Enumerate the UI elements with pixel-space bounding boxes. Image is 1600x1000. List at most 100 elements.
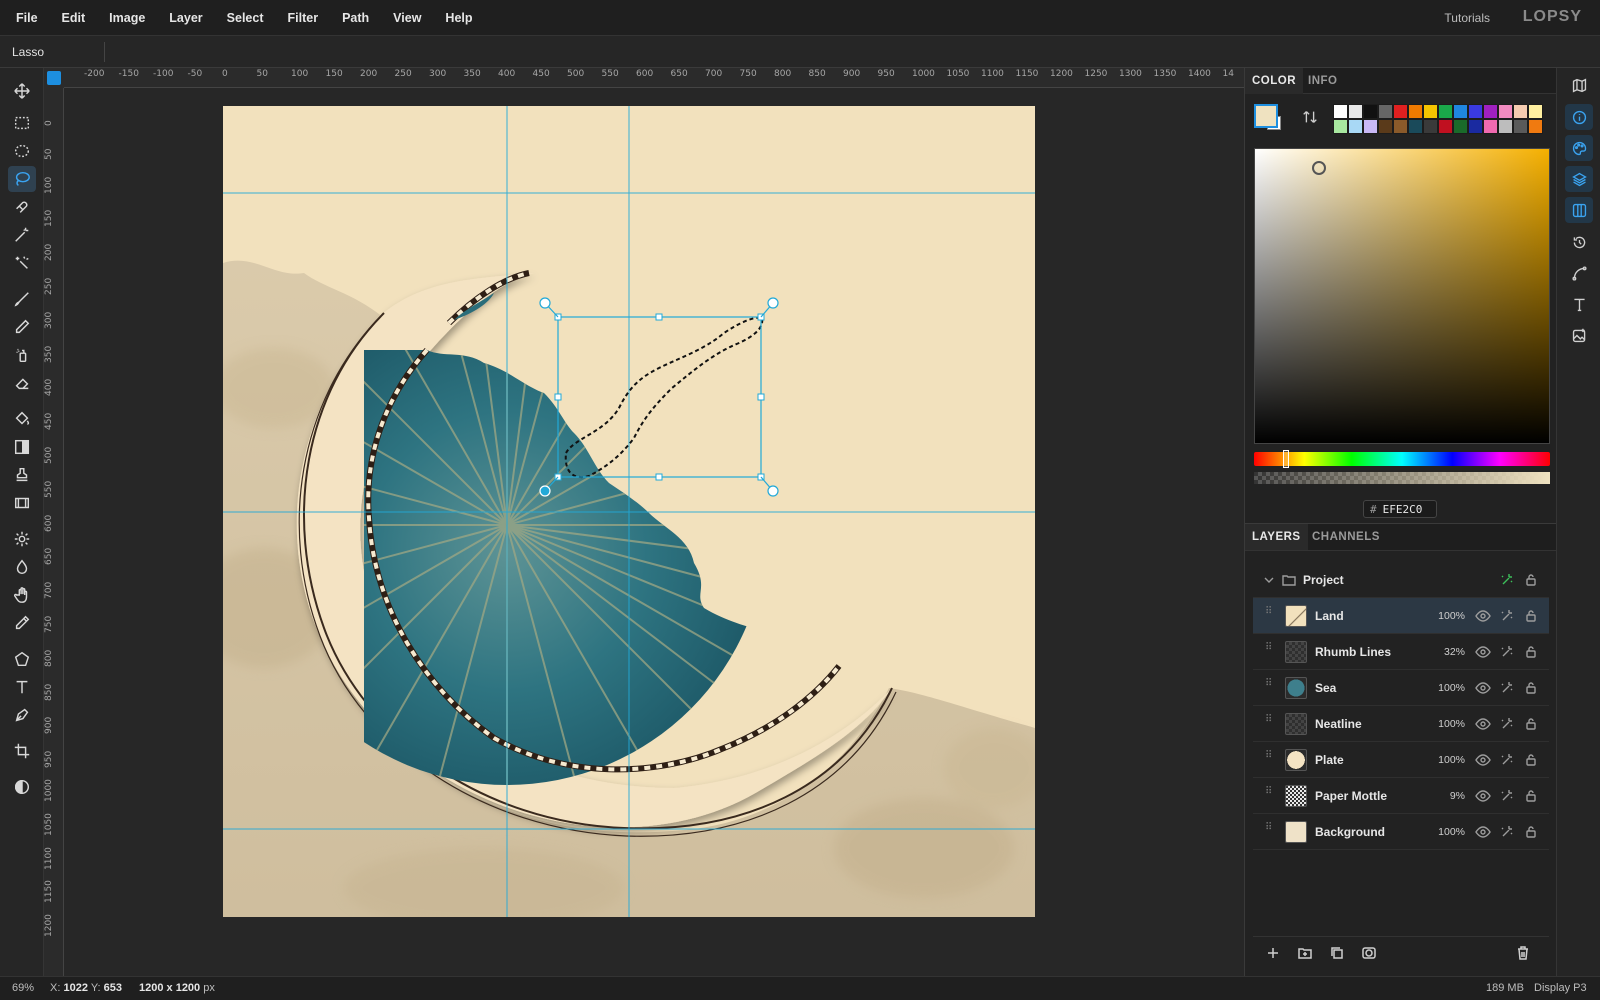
eraser-tool[interactable] xyxy=(8,370,36,396)
effects-icon[interactable] xyxy=(1499,572,1515,588)
menu-file[interactable]: File xyxy=(4,11,50,25)
ruler-corner[interactable] xyxy=(44,68,64,88)
magnetic-lasso-tool[interactable] xyxy=(8,194,36,220)
paint-bucket-tool[interactable] xyxy=(8,406,36,432)
tab-channels[interactable]: CHANNELS xyxy=(1305,524,1387,550)
menu-layer[interactable]: Layer xyxy=(157,11,214,25)
vertical-ruler[interactable]: 0 50 100 150 200 250 300 350 400 450 500 550 600 650 7… xyxy=(44,88,64,976)
eye-icon[interactable] xyxy=(1475,644,1491,660)
drag-handle-icon[interactable]: ⠿ xyxy=(1265,823,1273,839)
palette-swatch[interactable] xyxy=(1333,104,1348,119)
lasso-tool[interactable] xyxy=(8,166,36,192)
menu-edit[interactable]: Edit xyxy=(50,11,98,25)
layer-row[interactable]: ⠿ Neatline 100% xyxy=(1253,706,1549,742)
tab-info[interactable]: INFO xyxy=(1301,68,1344,94)
effects-icon[interactable] xyxy=(1499,824,1515,840)
layer-opacity[interactable]: 100% xyxy=(1423,718,1465,730)
menu-filter[interactable]: Filter xyxy=(276,11,331,25)
alpha-slider[interactable] xyxy=(1254,472,1550,484)
clone-stamp-tool[interactable] xyxy=(8,462,36,488)
palette-swatch[interactable] xyxy=(1468,104,1483,119)
eye-icon[interactable] xyxy=(1475,680,1491,696)
magic-wand-tool[interactable] xyxy=(8,222,36,248)
zoom-level[interactable]: 69% xyxy=(12,982,34,994)
effects-icon[interactable] xyxy=(1499,608,1515,624)
ellipse-marquee-tool[interactable] xyxy=(8,138,36,164)
palette-swatch[interactable] xyxy=(1378,104,1393,119)
drag-handle-icon[interactable]: ⠿ xyxy=(1265,643,1273,659)
chevron-down-icon[interactable] xyxy=(1261,572,1277,588)
hand-tool[interactable] xyxy=(8,582,36,608)
lock-icon[interactable] xyxy=(1523,572,1539,588)
palette-swatch[interactable] xyxy=(1363,119,1378,134)
hue-slider[interactable] xyxy=(1254,452,1550,466)
effects-icon[interactable] xyxy=(1499,680,1515,696)
shape-tool[interactable] xyxy=(8,646,36,672)
quick-select-tool[interactable] xyxy=(8,250,36,276)
lock-icon[interactable] xyxy=(1523,608,1539,624)
pencil-tool[interactable] xyxy=(8,314,36,340)
lock-icon[interactable] xyxy=(1523,644,1539,660)
brush-tool[interactable] xyxy=(8,286,36,312)
navigator-panel-button[interactable] xyxy=(1565,72,1593,98)
palette-swatch[interactable] xyxy=(1423,119,1438,134)
add-layer-button[interactable] xyxy=(1265,945,1283,963)
palette-swatch[interactable] xyxy=(1528,104,1543,119)
palette-swatch[interactable] xyxy=(1348,104,1363,119)
type-tool[interactable] xyxy=(8,674,36,700)
eye-icon[interactable] xyxy=(1475,752,1491,768)
spray-tool[interactable] xyxy=(8,342,36,368)
drag-handle-icon[interactable]: ⠿ xyxy=(1265,751,1273,767)
color-profile[interactable]: Display P3 xyxy=(1534,982,1587,994)
palette-swatch[interactable] xyxy=(1438,104,1453,119)
image-panel-button[interactable] xyxy=(1565,322,1593,348)
rect-marquee-tool[interactable] xyxy=(8,110,36,136)
add-group-button[interactable] xyxy=(1297,945,1315,963)
drag-handle-icon[interactable]: ⠿ xyxy=(1265,787,1273,803)
lock-icon[interactable] xyxy=(1523,788,1539,804)
palette-swatch[interactable] xyxy=(1408,104,1423,119)
move-tool[interactable] xyxy=(8,78,36,104)
layer-row[interactable]: ⠿ Paper Mottle 9% xyxy=(1253,778,1549,814)
menu-path[interactable]: Path xyxy=(330,11,381,25)
horizontal-ruler[interactable]: -200 -150 -100 -50 0 50 100 150 200 250 300 350 400 4… xyxy=(64,68,1244,88)
lock-icon[interactable] xyxy=(1523,716,1539,732)
channels-panel-button[interactable] xyxy=(1565,197,1593,223)
blur-tool[interactable] xyxy=(8,554,36,580)
palette-swatch[interactable] xyxy=(1513,104,1528,119)
palette-swatch[interactable] xyxy=(1363,104,1378,119)
layer-opacity[interactable]: 100% xyxy=(1423,682,1465,694)
eyedropper-tool[interactable] xyxy=(8,610,36,636)
info-panel-button[interactable] xyxy=(1565,104,1593,130)
duplicate-layer-button[interactable] xyxy=(1329,945,1347,963)
palette-swatch[interactable] xyxy=(1498,104,1513,119)
layer-row[interactable]: ⠿ Rhumb Lines 32% xyxy=(1253,634,1549,670)
tab-layers[interactable]: LAYERS xyxy=(1245,524,1308,550)
palette-swatch[interactable] xyxy=(1333,119,1348,134)
palette-swatch[interactable] xyxy=(1483,119,1498,134)
drag-handle-icon[interactable]: ⠿ xyxy=(1265,679,1273,695)
eye-icon[interactable] xyxy=(1475,716,1491,732)
menu-help[interactable]: Help xyxy=(433,11,484,25)
delete-layer-button[interactable] xyxy=(1515,945,1533,963)
effects-icon[interactable] xyxy=(1499,788,1515,804)
pattern-tool[interactable] xyxy=(8,490,36,516)
palette-swatch[interactable] xyxy=(1483,104,1498,119)
color-mode-toggle[interactable] xyxy=(8,774,36,800)
layer-opacity[interactable]: 100% xyxy=(1423,826,1465,838)
menu-select[interactable]: Select xyxy=(215,11,276,25)
palette-swatch[interactable] xyxy=(1528,119,1543,134)
palette-swatch[interactable] xyxy=(1393,119,1408,134)
tutorials-link[interactable]: Tutorials xyxy=(1444,11,1490,25)
palette-swatch[interactable] xyxy=(1393,104,1408,119)
layers-panel-button[interactable] xyxy=(1565,166,1593,192)
paths-panel-button[interactable] xyxy=(1565,260,1593,286)
palette-swatch[interactable] xyxy=(1378,119,1393,134)
canvas-viewport[interactable] xyxy=(64,88,1244,976)
drag-handle-icon[interactable]: ⠿ xyxy=(1265,607,1273,623)
layer-opacity[interactable]: 32% xyxy=(1423,646,1465,658)
swap-colors-button[interactable] xyxy=(1301,108,1319,126)
eye-icon[interactable] xyxy=(1475,824,1491,840)
palette-swatch[interactable] xyxy=(1468,119,1483,134)
effects-icon[interactable] xyxy=(1499,644,1515,660)
